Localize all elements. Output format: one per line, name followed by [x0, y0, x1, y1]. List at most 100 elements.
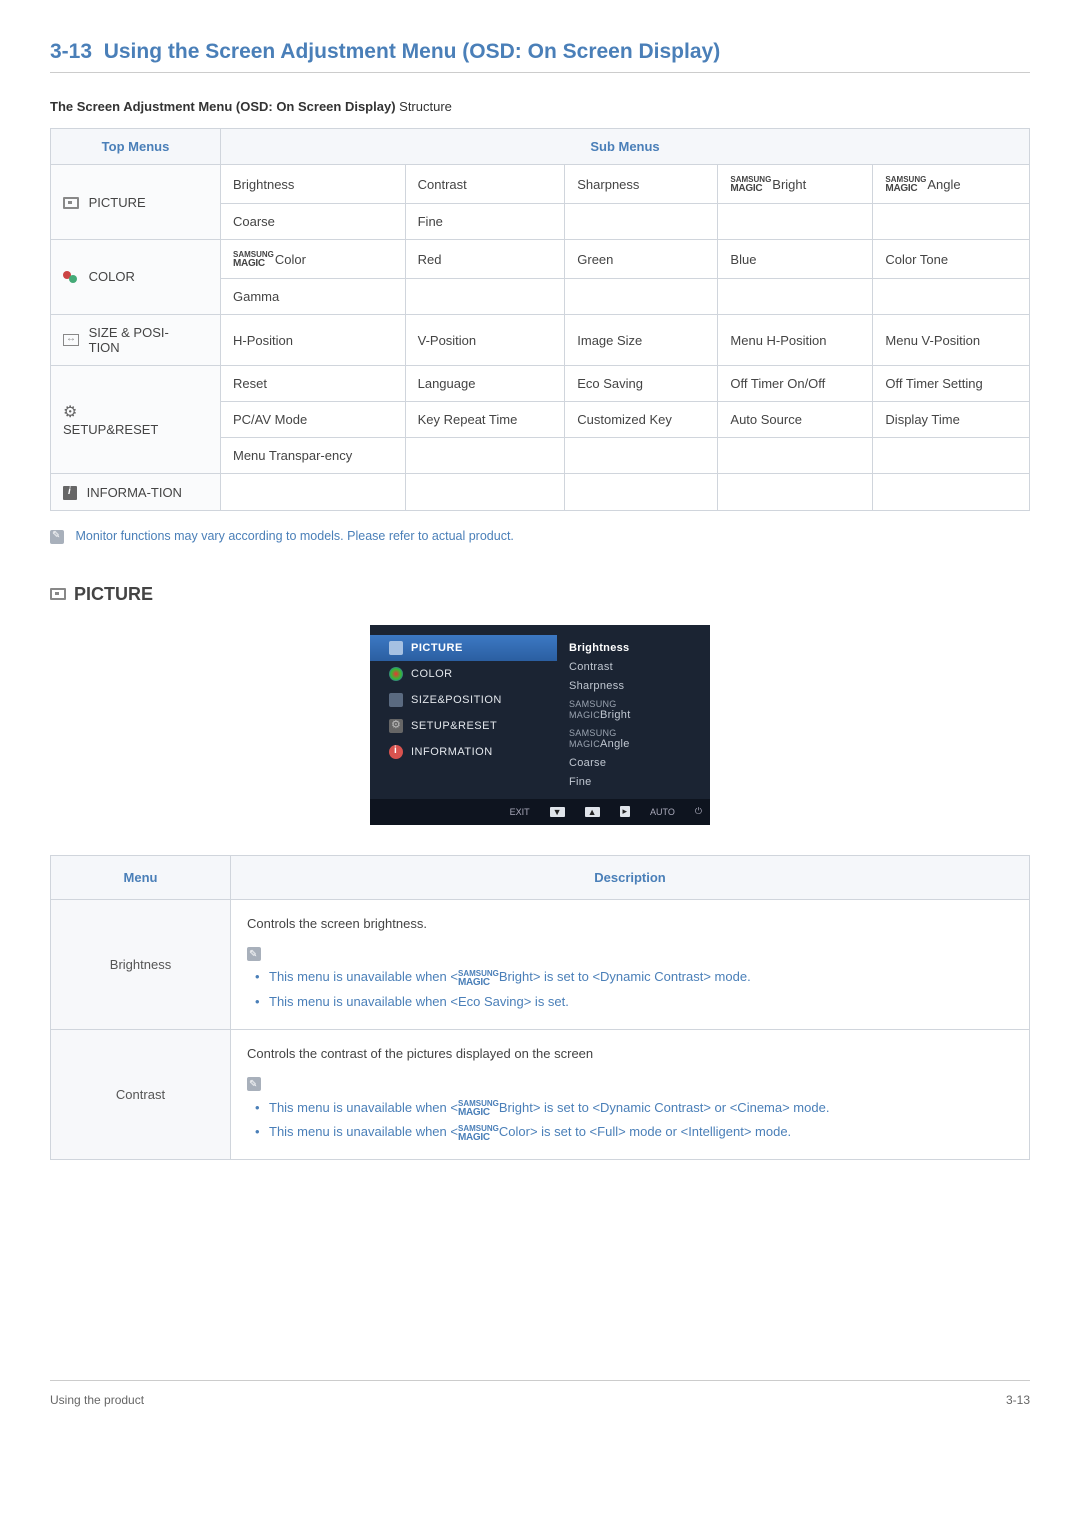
desc-row-brightness: Brightness [51, 899, 231, 1029]
magic-mag6: MAGIC [458, 978, 499, 987]
description-table: Menu Description Brightness Controls the… [50, 855, 1030, 1160]
cell-empty [565, 438, 718, 474]
note-icon [50, 530, 64, 544]
osd-screenshot: PICTURE COLOR SIZE&POSITION SETUP&RESET … [370, 625, 710, 825]
footer-right: 3-13 [1006, 1393, 1030, 1407]
cell-empty [873, 474, 1030, 511]
b1a: This menu is unavailable when < [269, 969, 458, 984]
magic-mag: MAGIC [730, 184, 771, 193]
cell-gamma: Gamma [221, 279, 406, 315]
osd-color-label: COLOR [411, 668, 453, 680]
cell-empty [405, 438, 565, 474]
picture-icon [63, 197, 79, 209]
cell-empty [873, 279, 1030, 315]
osd-auto: AUTO [650, 807, 675, 817]
menu-structure-table: Top Menus Sub Menus PICTURE Brightness C… [50, 128, 1030, 511]
cell-language: Language [405, 366, 565, 402]
color-icon [63, 271, 79, 285]
row-setup-label: SETUP&RESET [63, 422, 158, 437]
magic-mag7: MAGIC [458, 1108, 499, 1117]
cell-vpos: V-Position [405, 315, 565, 366]
cell-offtimer: Off Timer On/Off [718, 366, 873, 402]
info-icon [63, 486, 77, 500]
desc-contrast: Controls the contrast of the pictures di… [231, 1029, 1030, 1159]
osd-magicangle: SAMSUNGMAGICAngle [569, 725, 698, 754]
row-size-label: SIZE & POSI-TION [89, 325, 189, 355]
osd-fine: Fine [569, 773, 698, 792]
row-info: INFORMA-TION [51, 474, 221, 511]
magic-mag8: MAGIC [458, 1133, 499, 1142]
cell-magic-angle: SAMSUNGMAGICAngle [873, 165, 1030, 204]
info-icon [389, 745, 403, 759]
cell-empty [718, 279, 873, 315]
c2b: Color> is set to <Full> mode or <Intelli… [499, 1124, 791, 1139]
cell-offtimerset: Off Timer Setting [873, 366, 1030, 402]
row-info-label: INFORMA-TION [87, 485, 187, 500]
magic-sam5: SAMSUNG [569, 728, 617, 738]
footer-left: Using the product [50, 1393, 144, 1407]
magic-mag5: MAGIC [569, 739, 600, 749]
row-picture: PICTURE [51, 165, 221, 240]
c1b: Bright> is set to <Dynamic Contrast> or … [499, 1100, 830, 1115]
magic-angle-suffix: Angle [927, 177, 960, 192]
osd-picture-label: PICTURE [411, 642, 463, 654]
section-number: 3-13 [50, 40, 92, 63]
cell-blue: Blue [718, 240, 873, 279]
gear-icon: ⚙ [63, 402, 77, 422]
osd-left-panel: PICTURE COLOR SIZE&POSITION SETUP&RESET … [370, 625, 557, 797]
desc-row-contrast: Contrast [51, 1029, 231, 1159]
cell-contrast: Contrast [405, 165, 565, 204]
osd-button-bar: EXIT ▼ ▲ ▸ AUTO ⏻ [370, 799, 710, 825]
subheading-normal: Structure [396, 99, 452, 114]
size-icon [389, 693, 403, 707]
color-icon [389, 667, 403, 681]
picture-heading-text: PICTURE [74, 584, 153, 605]
cell-empty [873, 204, 1030, 240]
th-sub-menus: Sub Menus [221, 129, 1030, 165]
osd-power-icon: ⏻ [695, 806, 702, 817]
osd-size-label: SIZE&POSITION [411, 694, 502, 706]
row-picture-label: PICTURE [89, 195, 146, 210]
cell-coarse: Coarse [221, 204, 406, 240]
cell-empty [718, 474, 873, 511]
cell-menuh: Menu H-Position [718, 315, 873, 366]
section-title: 3-13 Using the Screen Adjustment Menu (O… [50, 40, 1030, 64]
magic-mag4: MAGIC [569, 710, 600, 720]
cell-reset: Reset [221, 366, 406, 402]
osd-exit: EXIT [510, 807, 530, 817]
subheading-bold: The Screen Adjustment Menu (OSD: On Scre… [50, 99, 396, 114]
cell-fine: Fine [405, 204, 565, 240]
cell-red: Red [405, 240, 565, 279]
brightness-note-2: This menu is unavailable when <Eco Savin… [269, 990, 1013, 1015]
cell-pcav: PC/AV Mode [221, 402, 406, 438]
cell-empty [565, 204, 718, 240]
cell-sharpness: Sharpness [565, 165, 718, 204]
row-setup: ⚙ SETUP&RESET [51, 366, 221, 474]
osd-magicbright: SAMSUNGMAGICBright [569, 696, 698, 725]
cell-menuv: Menu V-Position [873, 315, 1030, 366]
th-desc: Description [231, 855, 1030, 899]
osd-brightness: Brightness [569, 639, 698, 658]
row-size: SIZE & POSI-TION [51, 315, 221, 366]
brightness-note-1: This menu is unavailable when <SAMSUNGMA… [269, 965, 1013, 990]
osd-down-icon: ▼ [550, 807, 565, 817]
model-note: Monitor functions may vary according to … [50, 529, 1030, 544]
header-rule [50, 72, 1030, 73]
osd-setup-label: SETUP&RESET [411, 720, 497, 732]
osd-right-panel: Brightness Contrast Sharpness SAMSUNGMAG… [557, 625, 710, 797]
osd-nav-color: COLOR [370, 661, 557, 687]
c1a: This menu is unavailable when < [269, 1100, 458, 1115]
cell-eco: Eco Saving [565, 366, 718, 402]
osd-nav-info: INFORMATION [370, 739, 557, 765]
osd-enter-icon: ▸ [620, 806, 631, 817]
note-icon [247, 947, 261, 961]
contrast-notes: This menu is unavailable when <SAMSUNGMA… [247, 1096, 1013, 1146]
c2a: This menu is unavailable when < [269, 1124, 458, 1139]
magic-mag3: MAGIC [233, 259, 274, 268]
osd-coarse: Coarse [569, 754, 698, 773]
magic-color-suffix: Color [275, 252, 306, 267]
osd-angle-suffix: Angle [600, 738, 630, 750]
brightness-lead: Controls the screen brightness. [247, 914, 1013, 935]
desc-brightness: Controls the screen brightness. This men… [231, 899, 1030, 1029]
cell-empty [565, 279, 718, 315]
